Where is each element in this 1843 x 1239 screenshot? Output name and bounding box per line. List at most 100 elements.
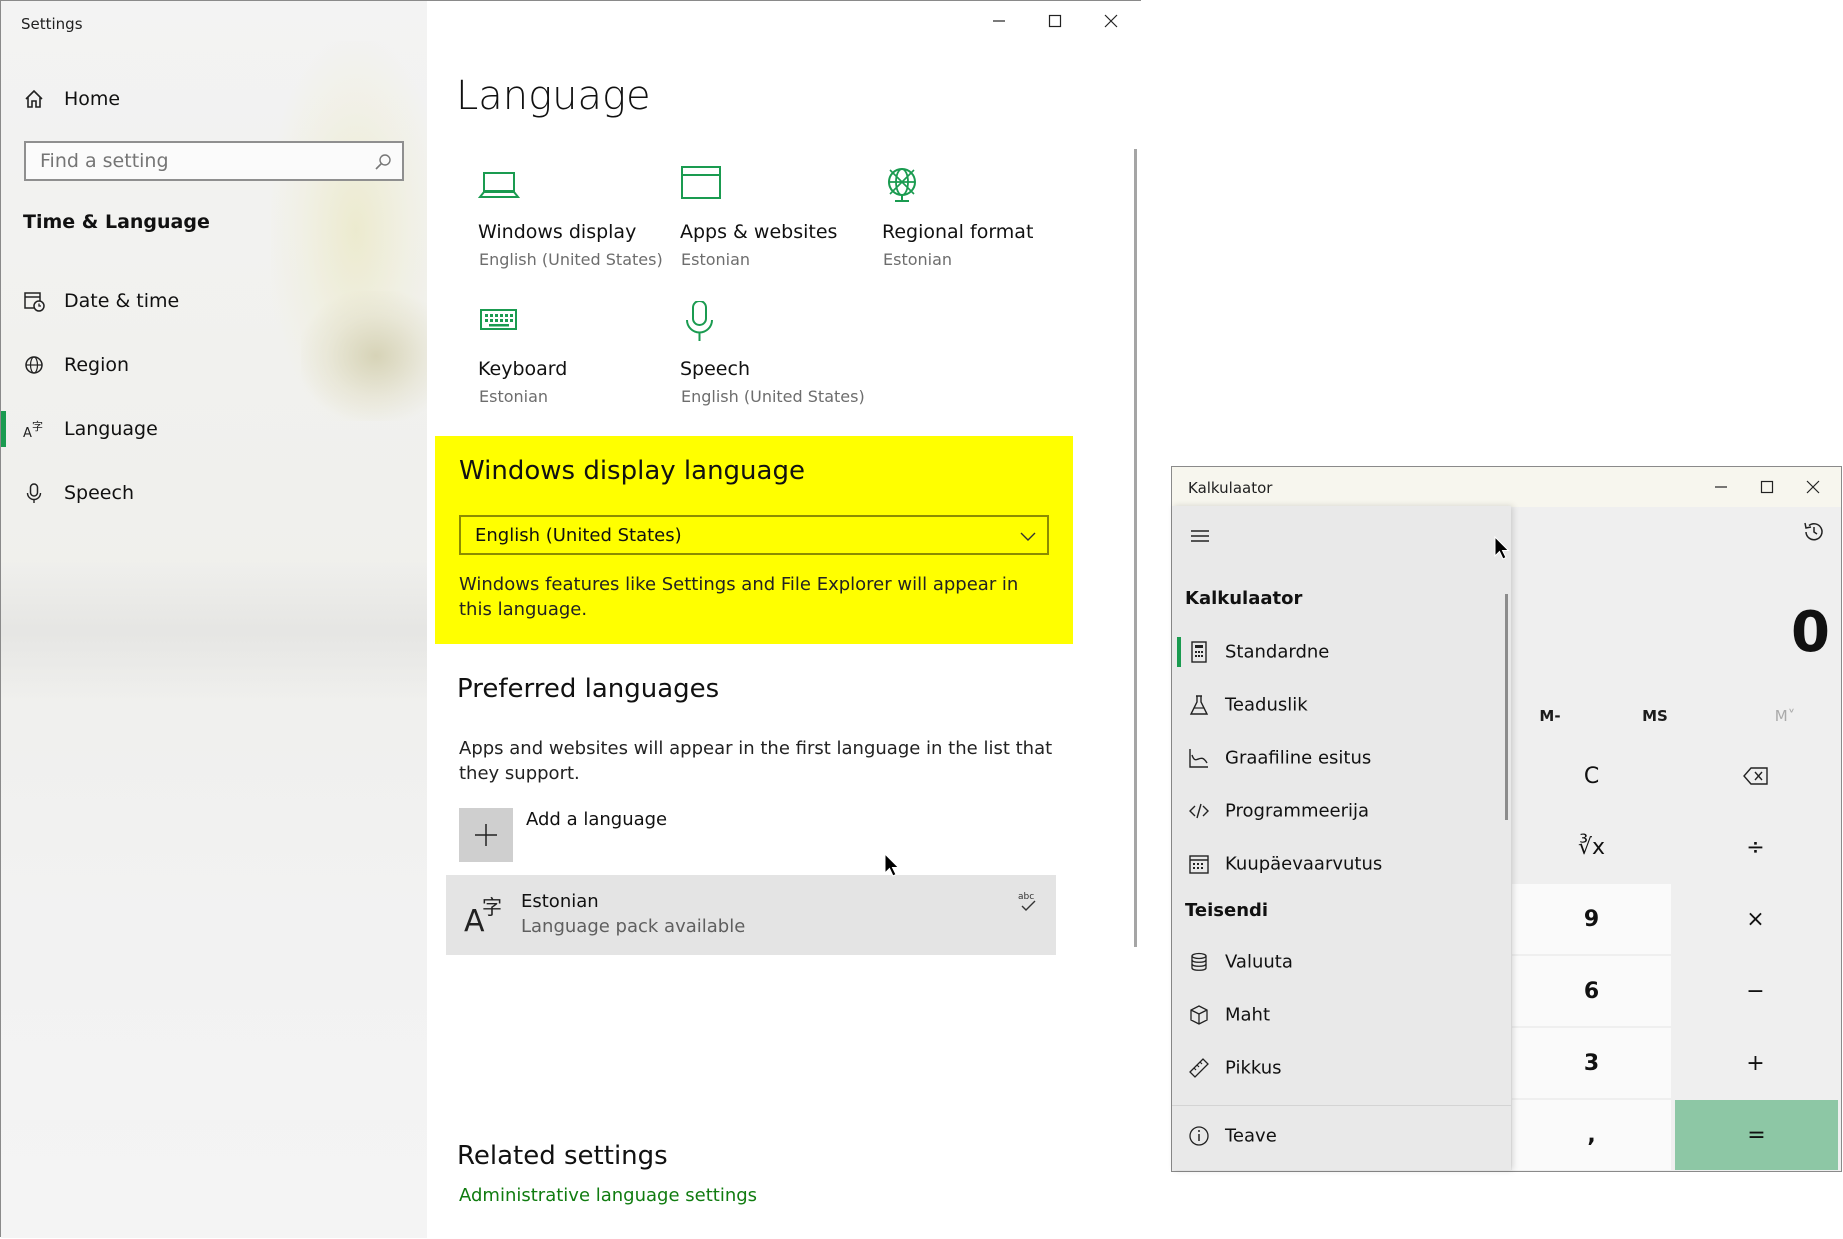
preferred-languages-heading: Preferred languages xyxy=(457,674,720,704)
calculator-icon xyxy=(1191,641,1207,663)
section-description: Windows features like Settings and File … xyxy=(459,574,1019,620)
search-icon[interactable] xyxy=(374,153,392,171)
selection-indicator xyxy=(1177,637,1181,667)
calc-mode-scientific[interactable]: Teaduslik xyxy=(1172,680,1511,730)
home-icon xyxy=(25,89,43,108)
svg-text:A: A xyxy=(23,426,32,440)
converter-volume[interactable]: Maht xyxy=(1172,990,1511,1040)
nav-item-label: Speech xyxy=(64,482,134,504)
memory-subtract-button[interactable]: M- xyxy=(1510,696,1590,736)
maximize-button[interactable] xyxy=(1744,467,1790,507)
settings-title: Settings xyxy=(21,15,83,33)
digit-9-button[interactable]: 9 xyxy=(1512,884,1671,954)
hamburger-menu-button[interactable] xyxy=(1184,520,1216,552)
settings-scrollbar[interactable] xyxy=(1134,149,1137,947)
tile-value: Estonian xyxy=(883,250,953,269)
tile-apps-websites[interactable]: Apps & websites Estonian xyxy=(680,164,880,284)
cube-root-button[interactable]: ∛x xyxy=(1512,812,1671,882)
close-button[interactable] xyxy=(1790,467,1836,507)
multiply-button[interactable]: × xyxy=(1673,884,1838,954)
preferred-languages-description: Apps and websites will appear in the fir… xyxy=(459,738,1053,784)
search-field[interactable] xyxy=(24,141,404,181)
svg-text:字: 字 xyxy=(32,419,43,433)
converter-length[interactable]: Pikkus xyxy=(1172,1043,1511,1093)
calculator-titlebar: Kalkulaator xyxy=(1172,467,1841,507)
nav-pane-scrollbar[interactable] xyxy=(1505,594,1508,820)
nav-item-language[interactable]: A 字 Language xyxy=(1,401,427,457)
search-input[interactable] xyxy=(26,143,360,179)
svg-text:abc: abc xyxy=(1018,892,1034,902)
memory-list-button[interactable]: M˅ xyxy=(1745,696,1825,736)
about-item[interactable]: Teave xyxy=(1172,1111,1511,1161)
language-list-item[interactable]: A 字 Estonian Language pack available abc xyxy=(446,875,1056,955)
calendar-clock-icon xyxy=(24,292,45,312)
tile-label: Speech xyxy=(680,358,750,380)
tile-value: Estonian xyxy=(681,250,751,269)
nav-home[interactable]: Home xyxy=(1,71,427,127)
calc-mode-label: Programmeerija xyxy=(1225,800,1370,822)
mouse-cursor-icon xyxy=(884,853,900,877)
selection-indicator xyxy=(1,411,6,447)
clear-button[interactable]: C xyxy=(1512,742,1671,810)
converter-currency[interactable]: Valuuta xyxy=(1172,937,1511,987)
tile-regional-format[interactable]: Regional format Estonian xyxy=(882,164,1082,284)
history-icon[interactable] xyxy=(1802,520,1826,544)
minimize-button[interactable] xyxy=(976,1,1022,41)
calc-mode-date[interactable]: Kuupäevaarvutus xyxy=(1172,839,1511,889)
globe-icon xyxy=(888,168,916,202)
flask-icon xyxy=(1189,695,1209,715)
backspace-button[interactable] xyxy=(1673,742,1838,810)
minimize-button[interactable] xyxy=(1698,467,1744,507)
digit-6-button[interactable]: 6 xyxy=(1512,956,1671,1026)
tile-windows-display[interactable]: Windows display English (United States) xyxy=(478,164,678,284)
backspace-icon xyxy=(1742,767,1768,785)
memory-store-button[interactable]: MS xyxy=(1615,696,1695,736)
hamburger-icon xyxy=(1191,530,1209,542)
decimal-button[interactable]: , xyxy=(1512,1100,1671,1170)
converter-label: Maht xyxy=(1225,1004,1271,1026)
maximize-icon xyxy=(1760,480,1774,494)
coins-icon xyxy=(1191,952,1207,971)
microphone-icon xyxy=(686,301,713,341)
nav-item-region[interactable]: Region xyxy=(1,337,427,393)
nav-item-label: Region xyxy=(64,354,130,376)
tile-keyboard[interactable]: Keyboard Estonian xyxy=(478,301,678,421)
equals-button[interactable]: = xyxy=(1675,1100,1838,1170)
minus-button[interactable]: − xyxy=(1673,956,1838,1026)
calendar-icon xyxy=(1189,855,1209,874)
display-language-section: Windows display language English (United… xyxy=(435,436,1073,644)
dropdown-value: English (United States) xyxy=(475,525,682,546)
calc-mode-graphing[interactable]: Graafiline esitus xyxy=(1172,733,1511,783)
display-language-dropdown[interactable]: English (United States) xyxy=(459,515,1049,555)
calc-mode-programmer[interactable]: Programmeerija xyxy=(1172,786,1511,836)
tile-speech[interactable]: Speech English (United States) xyxy=(680,301,880,421)
converter-label: Valuuta xyxy=(1225,951,1293,973)
plus-icon xyxy=(475,824,497,846)
microphone-icon xyxy=(26,483,42,503)
minimize-icon xyxy=(993,20,1005,22)
nav-divider xyxy=(1172,1105,1511,1106)
maximize-button[interactable] xyxy=(1032,1,1078,41)
page-title: Language xyxy=(456,73,651,119)
ruler-icon xyxy=(1189,1058,1209,1078)
add-language-button[interactable] xyxy=(459,808,513,862)
digit-3-button[interactable]: 3 xyxy=(1512,1028,1671,1098)
svg-text:字: 字 xyxy=(482,895,502,919)
add-language-label[interactable]: Add a language xyxy=(526,809,667,830)
divide-button[interactable]: ÷ xyxy=(1673,812,1838,882)
calc-mode-label: Kuupäevaarvutus xyxy=(1225,853,1383,875)
settings-window: Settings Home Time & Language Date & tim… xyxy=(0,0,1141,1238)
admin-language-settings-link[interactable]: Administrative language settings xyxy=(459,1185,757,1206)
keyboard-icon xyxy=(480,309,517,330)
calc-mode-standard[interactable]: Standardne xyxy=(1172,627,1511,677)
browser-window-icon xyxy=(681,166,721,199)
related-settings-heading: Related settings xyxy=(457,1141,668,1171)
nav-item-date-time[interactable]: Date & time xyxy=(1,273,427,329)
calc-nav-section-calculator: Kalkulaator xyxy=(1185,588,1303,609)
close-button[interactable] xyxy=(1088,1,1134,41)
close-icon xyxy=(1806,480,1820,494)
about-label: Teave xyxy=(1225,1125,1277,1147)
nav-item-speech[interactable]: Speech xyxy=(1,465,427,521)
minimize-icon xyxy=(1715,486,1727,488)
plus-button[interactable]: + xyxy=(1673,1028,1838,1098)
